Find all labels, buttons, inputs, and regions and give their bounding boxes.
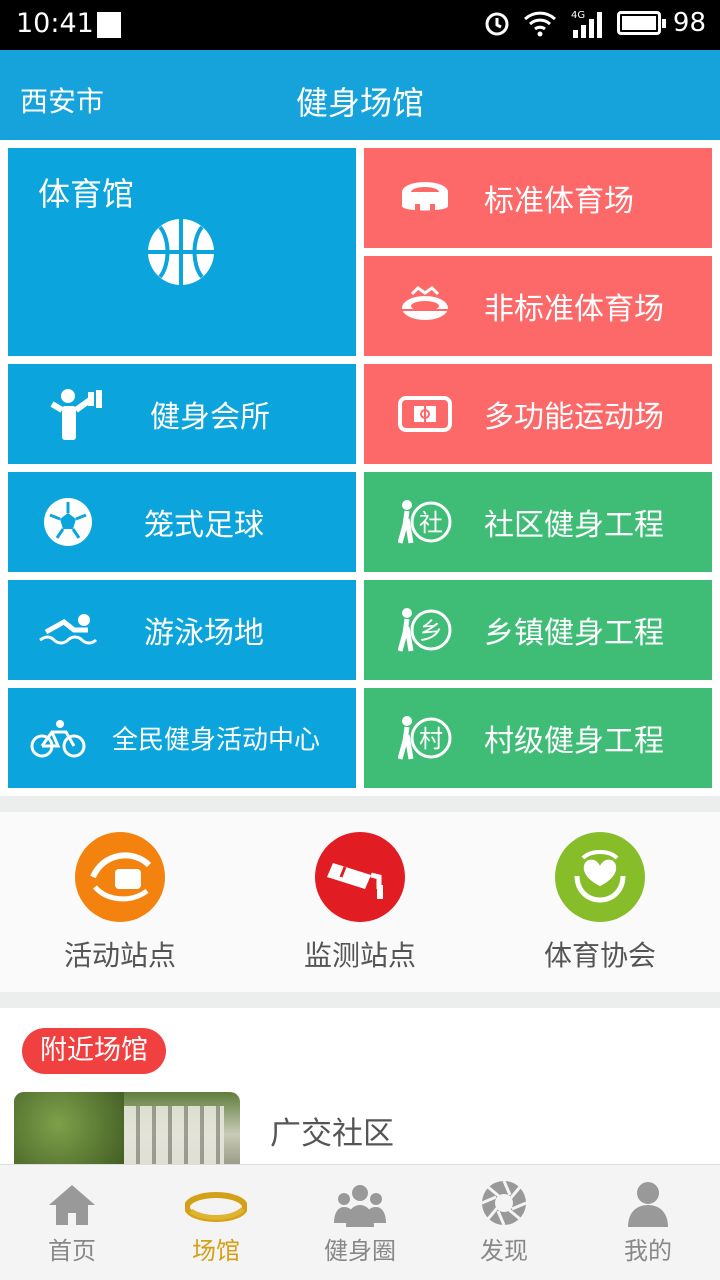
tile-multi-field[interactable]: 多功能运动场 xyxy=(364,364,712,464)
site-shortcuts: 活动站点 监测站点 体育协会 xyxy=(0,812,720,992)
group-icon xyxy=(334,1185,386,1227)
tile-town-fitness[interactable]: 乡 乡镇健身工程 xyxy=(364,580,712,680)
tile-label: 多功能运动场 xyxy=(484,400,664,435)
swimmer-icon xyxy=(39,614,98,645)
tile-label: 非标准体育场 xyxy=(484,292,664,327)
activity-site-button[interactable]: 活动站点 xyxy=(30,832,210,974)
nearby-badge: 附近场馆 xyxy=(22,1028,166,1074)
tile-label: 游泳场地 xyxy=(144,616,264,651)
home-icon xyxy=(49,1185,95,1225)
tab-label: 健身圈 xyxy=(324,1237,396,1265)
monitor-site-button[interactable]: 监测站点 xyxy=(270,832,450,974)
stadium-icon xyxy=(402,182,448,214)
tile-cage-football[interactable]: 笼式足球 xyxy=(8,472,356,572)
tab-label: 场馆 xyxy=(192,1237,240,1265)
tile-label: 笼式足球 xyxy=(144,508,264,543)
tile-label: 标准体育场 xyxy=(484,184,634,219)
user-icon xyxy=(628,1182,668,1227)
svg-text:乡: 乡 xyxy=(419,617,443,645)
tile-label: 村级健身工程 xyxy=(484,724,664,759)
tile-label: 社区健身工程 xyxy=(484,508,664,543)
upload-icon xyxy=(97,12,121,38)
tile-standard-stadium[interactable]: 标准体育场 xyxy=(364,148,712,248)
svg-text:村: 村 xyxy=(419,725,443,753)
site-label: 监测站点 xyxy=(303,939,416,972)
tab-home[interactable]: 首页 xyxy=(0,1165,144,1280)
tab-label: 我的 xyxy=(624,1237,672,1265)
sports-association-button[interactable]: 体育协会 xyxy=(510,832,690,974)
tab-fitness-circle[interactable]: 健身圈 xyxy=(288,1165,432,1280)
tile-label: 健身会所 xyxy=(150,400,270,435)
community-icon: 社 xyxy=(398,500,452,544)
activity-site-icon xyxy=(75,832,165,922)
tile-label: 全民健身活动中心 xyxy=(112,725,321,756)
venue-photo[interactable] xyxy=(14,1092,240,1164)
town-icon: 乡 xyxy=(398,608,452,652)
svg-text:社: 社 xyxy=(419,509,443,537)
tile-swimming[interactable]: 游泳场地 xyxy=(8,580,356,680)
battery-percent: 98 xyxy=(672,8,706,38)
tile-community-fitness[interactable]: 社 社区健身工程 xyxy=(364,472,712,572)
alarm-icon xyxy=(485,12,509,36)
bicycle-icon xyxy=(30,720,86,758)
wifi-icon xyxy=(523,11,556,37)
tab-label: 发现 xyxy=(480,1237,528,1265)
signal-icon: 4G xyxy=(571,10,602,38)
tab-label: 首页 xyxy=(48,1237,96,1265)
field-icon xyxy=(398,396,452,432)
arena-icon xyxy=(402,286,448,320)
camera-icon xyxy=(315,832,405,922)
tile-fitness-club[interactable]: 健身会所 xyxy=(8,364,356,464)
tile-village-fitness[interactable]: 村 村级健身工程 xyxy=(364,688,712,788)
venue-category-grid: 体育馆 标准体育场 非标准体育场 健身会所 多功能运动场 笼式足球 社 社区健身… xyxy=(0,140,720,796)
aperture-icon xyxy=(481,1180,527,1226)
page-title: 健身场馆 xyxy=(295,84,424,122)
tab-discover[interactable]: 发现 xyxy=(432,1165,576,1280)
weightlifter-icon xyxy=(50,389,102,440)
app-header: 西安市 健身场馆 xyxy=(0,50,720,140)
tile-label: 乡镇健身工程 xyxy=(484,616,664,651)
status-bar: 10:41 4G 98 xyxy=(0,0,720,50)
soccer-ball-icon xyxy=(44,498,92,546)
tab-profile[interactable]: 我的 xyxy=(576,1165,720,1280)
stadium-ring-icon xyxy=(185,1192,247,1222)
site-label: 活动站点 xyxy=(63,939,176,972)
status-icons: 4G 98 xyxy=(483,8,706,38)
tile-nonstandard-stadium[interactable]: 非标准体育场 xyxy=(364,256,712,356)
village-icon: 村 xyxy=(398,716,452,760)
tab-venues[interactable]: 场馆 xyxy=(144,1165,288,1280)
tile-gym[interactable]: 体育馆 xyxy=(8,148,356,356)
tile-public-fitness-center[interactable]: 全民健身活动中心 xyxy=(8,688,356,788)
status-time: 10:41 xyxy=(16,8,94,39)
svg-text:4G: 4G xyxy=(571,10,585,21)
basketball-icon xyxy=(148,219,214,285)
bottom-tab-bar: 首页 场馆 健身圈 发现 我的 xyxy=(0,1164,720,1280)
nearby-venues: 附近场馆 广交社区 xyxy=(0,1008,720,1164)
tile-label: 体育馆 xyxy=(38,175,135,213)
association-icon xyxy=(555,832,645,922)
venue-name[interactable]: 广交社区 xyxy=(270,1108,394,1153)
site-label: 体育协会 xyxy=(543,939,656,972)
battery-icon xyxy=(616,11,666,35)
